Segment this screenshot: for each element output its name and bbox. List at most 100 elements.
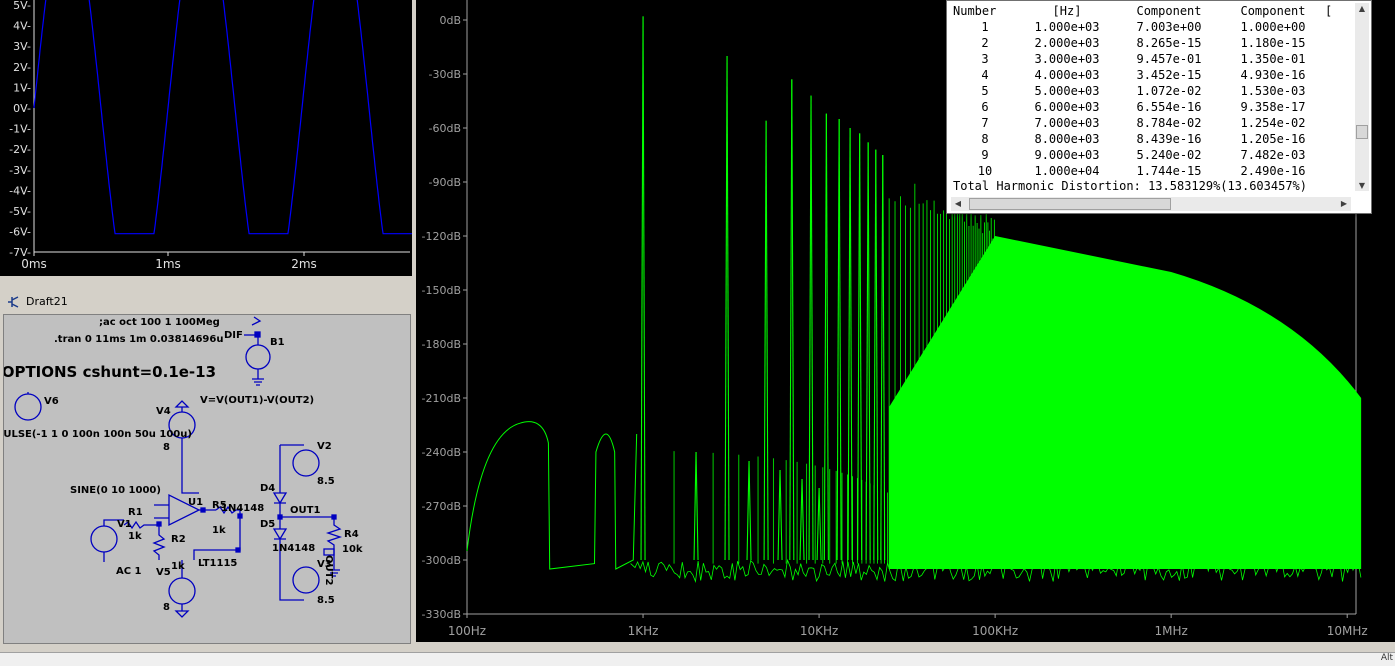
r5-label[interactable]: R5	[212, 500, 227, 511]
r5-value[interactable]: 1k	[212, 525, 226, 536]
y-tick-label: -150dB	[422, 284, 462, 297]
harmonic-spike	[848, 128, 850, 560]
harmonic-normalized: 1.205e-16	[1221, 131, 1325, 147]
harmonic-spike	[694, 452, 696, 560]
harmonic-frequency: 5.000e+03	[1017, 83, 1117, 99]
d4-model[interactable]: 1N4148	[221, 503, 264, 514]
v6-label[interactable]: V6	[44, 396, 59, 407]
v3-value[interactable]: 8.5	[317, 595, 335, 606]
directive-ac[interactable]: ;ac oct 100 1 100Meg	[99, 317, 220, 328]
schematic-canvas[interactable]: ;ac oct 100 1 100Meg .tran 0 11ms 1m 0.0…	[3, 314, 411, 644]
net-label-out2[interactable]: OUT2	[323, 555, 334, 585]
v6-pulse-value[interactable]: PULSE(-1 1 0 100n 100n 50u 100u)	[4, 429, 192, 440]
harmonic-frequency: 2.000e+03	[1017, 35, 1117, 51]
y-tick-label: -5V-	[9, 205, 31, 218]
harmonic-phase	[1325, 19, 1339, 35]
harmonic-frequency: 6.000e+03	[1017, 99, 1117, 115]
waveform-plot[interactable]: 5V- 4V- 3V- 2V- 1V- 0V- -1V- -2V- -3V- -4V- -5V- -6…	[0, 0, 412, 276]
directive-tran[interactable]: .tran 0 11ms 1m 0.03814696u	[54, 334, 223, 345]
v2-value[interactable]: 8.5	[317, 476, 335, 487]
harmonic-spike	[824, 114, 826, 560]
horizontal-scrollbar[interactable]: ◀ ▶	[951, 197, 1351, 211]
harmonic-spike	[839, 119, 841, 560]
pane-separator	[0, 276, 412, 286]
opamp-model[interactable]: LT1115	[198, 558, 237, 569]
vertical-scrollbar[interactable]: ▲ ▼	[1355, 3, 1369, 191]
harmonic-normalized: 1.350e-01	[1221, 51, 1325, 67]
y-tick-label: -180dB	[422, 338, 462, 351]
v5-value[interactable]: 8	[163, 602, 170, 613]
y-tick-label: -90dB	[429, 176, 462, 189]
scroll-up-arrow-icon[interactable]: ▲	[1355, 4, 1369, 13]
scroll-right-arrow-icon[interactable]: ▶	[1337, 199, 1351, 208]
v1-sine-value[interactable]: SINE(0 10 1000)	[70, 485, 161, 496]
scroll-thumb[interactable]	[1356, 125, 1368, 139]
net-label-out1[interactable]: OUT1	[290, 505, 320, 516]
b1-source	[246, 345, 270, 369]
harmonic-frequency: 7.000e+03	[1017, 115, 1117, 131]
table-row: 7 7.000e+03 8.784e-02 1.254e-02	[953, 115, 1339, 131]
y-tick-label: 4V-	[13, 20, 31, 33]
y-tick-label: 0dB	[439, 14, 461, 27]
harmonic-spike	[817, 488, 819, 560]
y-tick-label: -1V-	[9, 123, 31, 136]
harmonic-frequency: 3.000e+03	[1017, 51, 1117, 67]
v4-label[interactable]: V4	[156, 406, 171, 417]
b1-label[interactable]: B1	[270, 337, 285, 348]
harmonic-spike	[725, 56, 727, 560]
d5-label[interactable]: D5	[260, 519, 275, 530]
status-text: Alt	[1381, 653, 1393, 663]
harmonic-magnitude: 7.003e+00	[1117, 19, 1221, 35]
table-row: 5 5.000e+03 1.072e-02 1.530e-03	[953, 83, 1339, 99]
hscroll-thumb[interactable]	[969, 198, 1171, 210]
harmonic-magnitude: 6.554e-16	[1117, 99, 1221, 115]
schematic-drawing[interactable]: ;ac oct 100 1 100Meg .tran 0 11ms 1m 0.0…	[4, 315, 410, 643]
col-phase: [	[1325, 3, 1339, 19]
harmonic-spike	[809, 96, 811, 560]
scroll-down-arrow-icon[interactable]: ▼	[1355, 181, 1369, 190]
harmonic-spike	[747, 461, 749, 560]
schematic-titlebar[interactable]: Draft21	[0, 286, 412, 314]
v4-value[interactable]: 8	[163, 442, 170, 453]
r2-label[interactable]: R2	[171, 534, 186, 545]
harmonic-phase	[1325, 131, 1339, 147]
v2-label[interactable]: V2	[317, 441, 332, 452]
harmonic-number: 1	[953, 19, 1017, 35]
harmonic-magnitude: 8.265e-15	[1117, 35, 1221, 51]
d5-model[interactable]: 1N4148	[272, 543, 315, 554]
col-frequency: [Hz]	[1017, 3, 1117, 19]
harmonic-spike	[858, 133, 860, 560]
r4-label[interactable]: R4	[344, 529, 359, 540]
harmonic-spike	[766, 121, 768, 560]
x-tick-label: 1MHz	[1155, 624, 1188, 638]
v5-label[interactable]: V5	[156, 567, 171, 578]
table-row: 6 6.000e+03 6.554e-16 9.358e-17	[953, 99, 1339, 115]
directive-options[interactable]: .OPTIONS cshunt=0.1e-13	[4, 363, 216, 381]
d4-label[interactable]: D4	[260, 483, 275, 494]
harmonic-phase	[1325, 67, 1339, 83]
harmonic-spike	[800, 479, 802, 560]
x-tick-label: 10MHz	[1327, 624, 1368, 638]
y-tick-label: 0V-	[13, 102, 31, 115]
harmonic-phase	[1325, 147, 1339, 163]
y-tick-label: 3V-	[13, 40, 31, 53]
net-label-dif[interactable]: DIF	[224, 330, 243, 341]
fft-harmonics-window[interactable]: Number [Hz] Component Component [ 1 1.000…	[946, 0, 1372, 214]
v1-label[interactable]: V1	[117, 519, 132, 530]
table-row: 4 4.000e+03 3.452e-15 4.930e-16	[953, 67, 1339, 83]
v1-ac-value[interactable]: AC 1	[116, 566, 142, 577]
b1-expression[interactable]: V=V(OUT1)-V(OUT2)	[200, 395, 314, 406]
r1-value[interactable]: 1k	[128, 531, 142, 542]
harmonic-magnitude: 5.240e-02	[1117, 147, 1221, 163]
scroll-left-arrow-icon[interactable]: ◀	[951, 199, 965, 208]
harmonic-spike	[792, 79, 794, 560]
r2-value[interactable]: 1k	[171, 561, 185, 572]
u1-label[interactable]: U1	[188, 497, 203, 508]
x-tick-label: 1ms	[155, 257, 181, 271]
harmonic-number: 4	[953, 67, 1017, 83]
waveform-plot-pane[interactable]: 5V- 4V- 3V- 2V- 1V- 0V- -1V- -2V- -3V- -4V- -5V- -6…	[0, 0, 412, 276]
r4-value[interactable]: 10k	[342, 544, 363, 555]
y-tick-label: -120dB	[422, 230, 462, 243]
harmonic-normalized: 4.930e-16	[1221, 67, 1325, 83]
r1-label[interactable]: R1	[128, 507, 143, 518]
